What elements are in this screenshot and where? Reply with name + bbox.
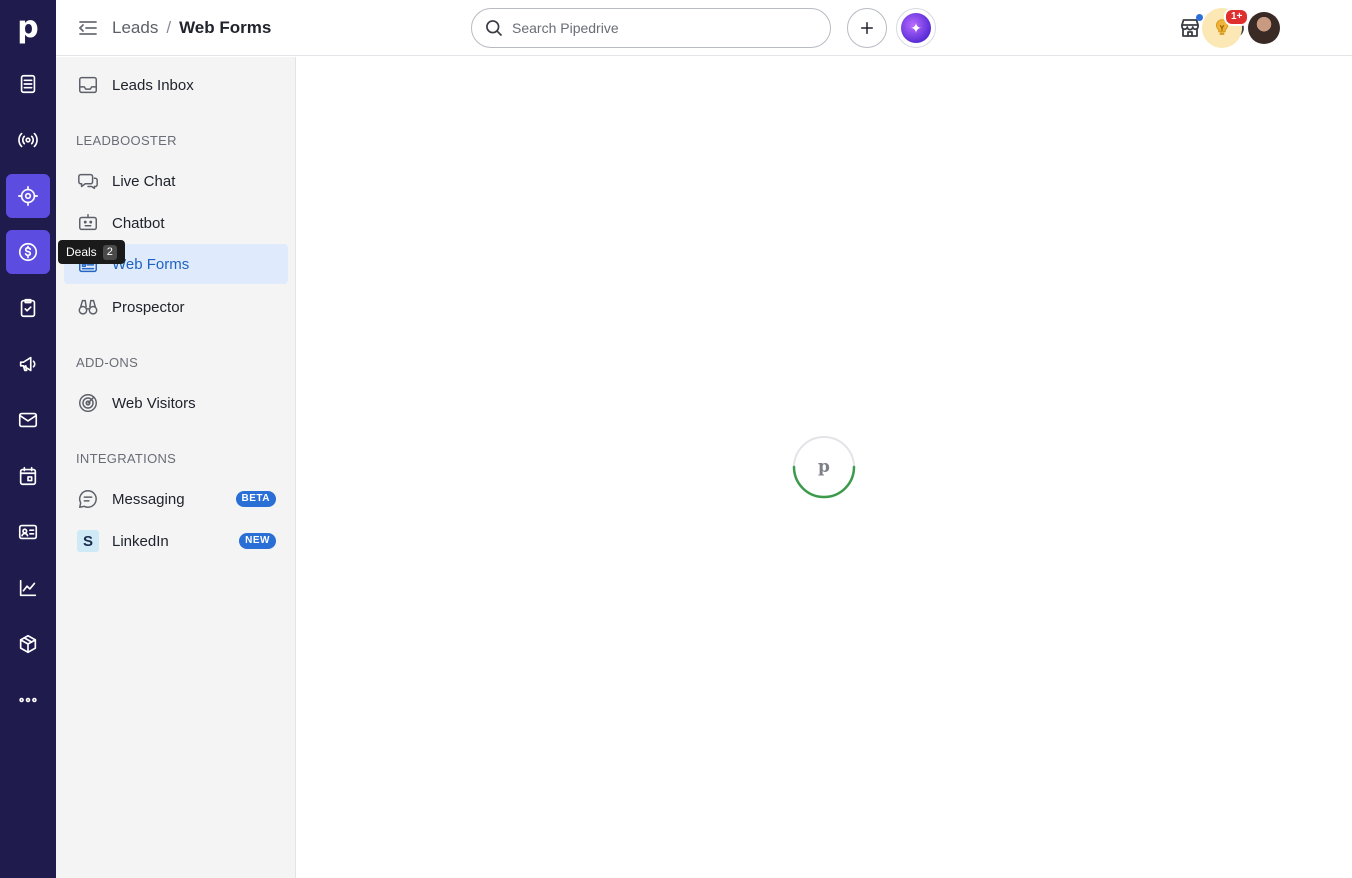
global-search[interactable] bbox=[471, 8, 831, 48]
binoculars-icon bbox=[78, 299, 98, 315]
broadcast-icon bbox=[18, 132, 38, 148]
sidebar-item-label: Chatbot bbox=[112, 214, 165, 232]
breadcrumb-separator: / bbox=[166, 18, 172, 37]
section-title-addons: ADD-ONS bbox=[76, 355, 139, 370]
ai-assistant-button[interactable]: ✦ bbox=[896, 8, 936, 48]
linkedin-integration-icon: S bbox=[77, 530, 99, 552]
leads-sidebar: Leads Inbox LEADBOOSTER Live Chat Chatbo… bbox=[56, 57, 296, 878]
beta-badge: BETA bbox=[235, 491, 276, 507]
activities-icon bbox=[20, 298, 36, 318]
sidebar-item-label: LinkedIn bbox=[112, 532, 169, 550]
pipedrive-loader-glyph: p bbox=[818, 457, 830, 477]
insights-icon bbox=[19, 579, 37, 597]
message-icon bbox=[78, 490, 97, 508]
campaigns-broadcast-button[interactable] bbox=[6, 118, 50, 162]
breadcrumb: Leads / Web Forms bbox=[112, 18, 271, 38]
sidebar-item-label: Messaging bbox=[112, 490, 185, 508]
sidebar-item-messaging[interactable]: Messaging BETA bbox=[64, 479, 288, 519]
tooltip-count: 2 bbox=[102, 244, 117, 260]
new-badge: NEW bbox=[239, 533, 276, 549]
avatar[interactable] bbox=[1248, 12, 1280, 44]
sidebar-item-label: Live Chat bbox=[112, 172, 176, 190]
radar-icon bbox=[79, 394, 97, 412]
target-icon bbox=[18, 186, 38, 206]
main-nav-rail: p bbox=[0, 0, 56, 878]
leads-icon bbox=[20, 74, 36, 94]
calendar-icon bbox=[19, 466, 37, 486]
deals-nav-button[interactable] bbox=[6, 230, 50, 274]
marketplace-button[interactable] bbox=[1176, 14, 1204, 42]
products-icon bbox=[19, 634, 37, 654]
activities-nav-button[interactable] bbox=[6, 286, 50, 330]
page-title: Web Forms bbox=[179, 18, 272, 37]
pipedrive-logo[interactable]: p bbox=[6, 6, 50, 50]
section-title-leadbooster: LEADBOOSTER bbox=[76, 133, 177, 148]
campaigns-nav-button[interactable] bbox=[6, 342, 50, 386]
sidebar-item-prospector[interactable]: Prospector bbox=[64, 287, 288, 327]
megaphone-icon bbox=[19, 356, 36, 372]
dollar-icon bbox=[18, 242, 38, 262]
contacts-nav-button[interactable] bbox=[6, 510, 50, 554]
sidebar-item-live-chat[interactable]: Live Chat bbox=[64, 161, 288, 201]
chat-bubbles-icon bbox=[78, 173, 98, 190]
section-title-integrations: INTEGRATIONS bbox=[76, 451, 177, 466]
sidebar-item-web-visitors[interactable]: Web Visitors bbox=[64, 383, 288, 423]
more-nav-button[interactable] bbox=[6, 678, 50, 722]
notification-dot bbox=[1196, 14, 1203, 21]
sidebar-item-label: Prospector bbox=[112, 298, 185, 316]
deals-tooltip: Deals 2 bbox=[58, 240, 125, 264]
sidebar-item-linkedin[interactable]: S LinkedIn NEW bbox=[64, 521, 288, 561]
collapse-menu-button[interactable] bbox=[76, 16, 100, 40]
inbox-icon bbox=[79, 76, 97, 94]
contacts-icon bbox=[18, 524, 38, 540]
sidebar-item-label: Web Visitors bbox=[112, 394, 196, 412]
calendar-nav-button[interactable] bbox=[6, 454, 50, 498]
sidebar-item-leads-inbox[interactable]: Leads Inbox bbox=[64, 65, 288, 105]
more-icon bbox=[19, 697, 37, 703]
plus-icon bbox=[861, 22, 873, 34]
top-header: Leads / Web Forms ✦ bbox=[56, 0, 1352, 56]
mail-icon bbox=[18, 412, 38, 428]
sparkle-icon: ✦ bbox=[901, 13, 931, 43]
products-nav-button[interactable] bbox=[6, 622, 50, 666]
breadcrumb-leads[interactable]: Leads bbox=[112, 18, 158, 38]
collapse-menu-icon bbox=[78, 21, 97, 35]
leadbooster-nav-button[interactable] bbox=[6, 174, 50, 218]
mail-nav-button[interactable] bbox=[6, 398, 50, 442]
quick-add-button[interactable] bbox=[847, 8, 887, 48]
chatbot-icon bbox=[79, 214, 97, 231]
sidebar-item-chatbot[interactable]: Chatbot bbox=[64, 203, 288, 243]
search-icon bbox=[486, 20, 503, 37]
sidebar-item-label: Leads Inbox bbox=[112, 76, 194, 94]
tooltip-label: Deals bbox=[66, 245, 97, 259]
search-input[interactable] bbox=[512, 20, 812, 36]
loading-spinner: p bbox=[792, 435, 856, 499]
leads-nav-button[interactable] bbox=[6, 62, 50, 106]
insights-nav-button[interactable] bbox=[6, 566, 50, 610]
tips-badge: 1+ bbox=[1224, 8, 1250, 26]
